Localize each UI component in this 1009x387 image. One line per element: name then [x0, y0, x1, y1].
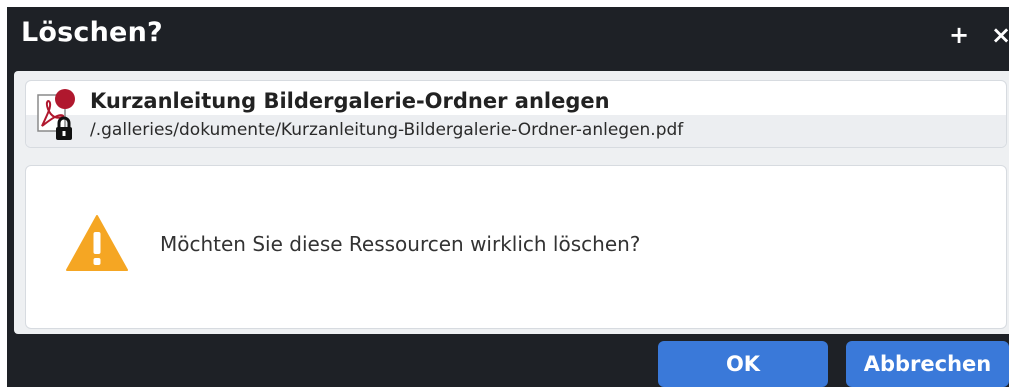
dialog-title: Löschen? — [21, 17, 163, 48]
confirm-message: Möchten Sie diese Ressourcen wirklich lö… — [160, 232, 641, 256]
warning-icon — [66, 215, 128, 271]
dialog-titlebar[interactable]: Löschen? + × — [7, 7, 1009, 65]
maximize-button[interactable]: + — [947, 21, 971, 49]
pdf-file-icon — [37, 89, 75, 140]
resource-path: /.galleries/dokumente/Kurzanleitung-Bild… — [90, 120, 684, 140]
close-button[interactable]: × — [989, 21, 1009, 49]
message-box: Möchten Sie diese Ressourcen wirklich lö… — [25, 165, 1007, 329]
cancel-button[interactable]: Abbrechen — [846, 341, 1009, 387]
resource-list-item[interactable]: Kurzanleitung Bildergalerie-Ordner anleg… — [25, 80, 1007, 148]
resource-title: Kurzanleitung Bildergalerie-Ordner anleg… — [90, 89, 610, 113]
red-dot-icon — [55, 89, 75, 109]
delete-dialog: Löschen? + × Kurzanleitung Bildergalerie… — [7, 7, 1009, 387]
dialog-body: Kurzanleitung Bildergalerie-Ordner anleg… — [14, 71, 1009, 334]
ok-button[interactable]: OK — [658, 341, 828, 387]
